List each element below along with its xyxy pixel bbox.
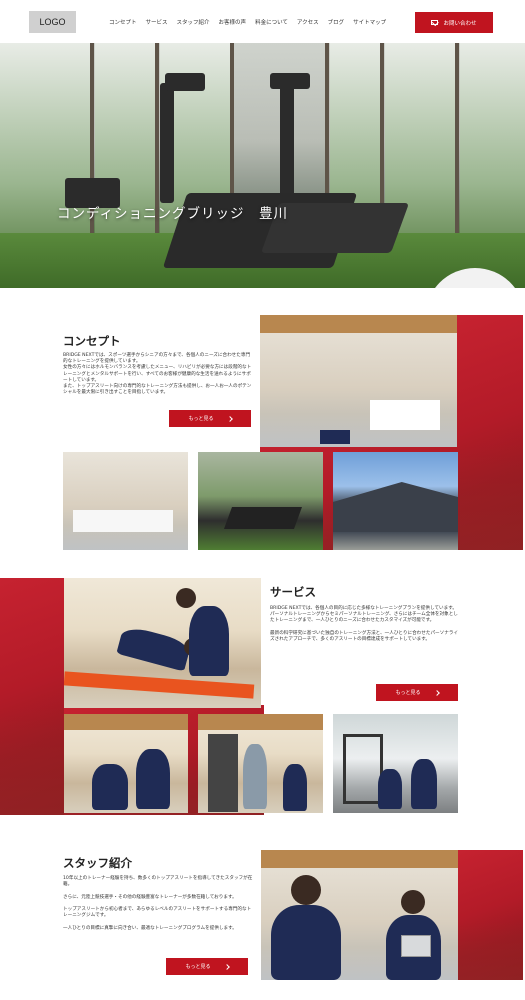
photo-window	[370, 400, 440, 430]
photo-person	[378, 769, 402, 809]
hero-title: コンディショニングブリッジ 豊川	[57, 206, 289, 222]
hero-window	[460, 43, 525, 243]
nav-item-price[interactable]: 料金について	[255, 18, 288, 26]
staff-photo	[261, 850, 458, 980]
photo-bed	[73, 510, 173, 532]
nav-item-blog[interactable]: ブログ	[328, 18, 345, 26]
service-title: サービス	[270, 585, 316, 599]
photo-machine	[208, 734, 238, 812]
staff-more-button[interactable]: もっと見る	[166, 958, 248, 975]
staff-title: スタッフ紹介	[63, 856, 132, 870]
photo-person-head	[401, 890, 425, 914]
photo-treadmill	[223, 507, 303, 529]
hero-machine	[160, 83, 174, 203]
photo-rack	[343, 734, 383, 804]
photo-person	[189, 606, 229, 676]
service-photo-3	[333, 714, 458, 813]
hero-image: コンディショニングブリッジ 豊川	[0, 43, 525, 288]
global-nav: コンセプト サービス スタッフ紹介 お客様の声 料金について アクセス ブログ …	[109, 18, 386, 26]
nav-item-concept[interactable]: コンセプト	[109, 18, 137, 26]
photo-laptop	[401, 935, 431, 957]
photo-person	[283, 764, 307, 811]
photo-equipment	[320, 430, 350, 444]
service-photo-main	[64, 578, 261, 708]
staff-red-panel	[457, 850, 523, 980]
logo[interactable]: LOGO	[29, 11, 76, 33]
service-red-panel	[0, 578, 64, 815]
chevron-right-icon	[433, 689, 440, 696]
concept-title: コンセプト	[63, 334, 121, 348]
photo-building	[333, 482, 458, 532]
photo-ceiling	[261, 850, 458, 868]
photo-person	[243, 744, 267, 809]
service-more-button[interactable]: もっと見る	[376, 684, 458, 701]
photo-ceiling	[64, 714, 188, 730]
photo-person	[271, 905, 341, 980]
nav-item-staff[interactable]: スタッフ紹介	[177, 18, 210, 26]
service-more-label: もっと見る	[395, 690, 421, 696]
contact-button-label: お問い合わせ	[443, 20, 477, 27]
concept-photo-main	[260, 315, 457, 447]
photo-person	[116, 624, 192, 672]
photo-person	[411, 759, 437, 809]
nav-item-service[interactable]: サービス	[146, 18, 168, 26]
concept-more-button[interactable]: もっと見る	[169, 410, 251, 427]
concept-more-label: もっと見る	[188, 416, 214, 422]
site-header: LOGO コンセプト サービス スタッフ紹介 お客様の声 料金について アクセス…	[0, 0, 525, 43]
chevron-right-icon	[223, 963, 230, 970]
service-text: BRIDGE NEXTでは、各個人の目的に応じた多様なトレーニングプランを提供し…	[270, 606, 459, 643]
contact-button[interactable]: お問い合わせ	[415, 12, 493, 33]
photo-person	[92, 764, 128, 810]
concept-photo-1	[63, 452, 188, 550]
service-photo-1	[64, 714, 188, 813]
nav-item-sitemap[interactable]: サイトマップ	[353, 18, 386, 26]
nav-item-access[interactable]: アクセス	[297, 18, 319, 26]
hero-machine	[270, 73, 310, 89]
staff-text: 10年以上のトレーナー経験を持ち、数多くのトップアスリートを指導してきたスタッフ…	[63, 876, 253, 931]
concept-text: BRIDGE NEXTでは、スポーツ選手からシニアの方々まで、各個人のニーズに合…	[63, 353, 252, 396]
concept-photo-3	[333, 452, 458, 550]
staff-more-label: もっと見る	[185, 964, 211, 970]
service-photo-2	[198, 714, 323, 813]
concept-red-panel	[457, 315, 523, 550]
nav-item-voice[interactable]: お客様の声	[219, 18, 247, 26]
photo-ceiling	[198, 714, 323, 730]
hero-machine	[280, 78, 294, 208]
photo-ceiling	[260, 315, 457, 333]
concept-photo-2	[198, 452, 323, 550]
photo-person-head	[291, 875, 321, 905]
hero-machine	[165, 73, 205, 91]
mail-icon	[431, 20, 439, 25]
photo-person-head	[176, 588, 196, 608]
chevron-right-icon	[226, 415, 233, 422]
photo-person	[136, 749, 170, 809]
hero-mullion	[455, 43, 459, 243]
